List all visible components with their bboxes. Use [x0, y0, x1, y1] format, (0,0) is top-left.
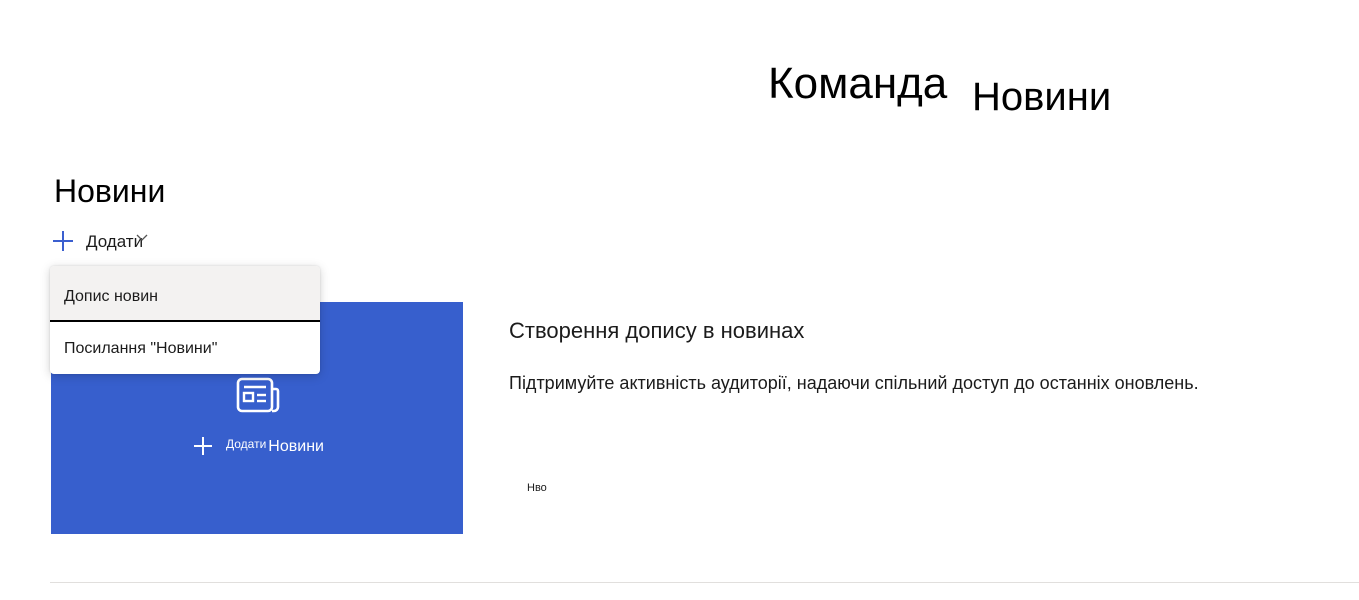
- page: Команда Новини Новини Додати Додати Нови…: [0, 0, 1359, 600]
- add-button-label: Додати: [86, 232, 144, 251]
- news-section-title: Новини: [54, 173, 166, 209]
- menu-item-news-post[interactable]: Допис новин: [50, 266, 320, 322]
- section-divider: [50, 582, 1359, 583]
- news-icon: [236, 377, 280, 413]
- site-title-news: Новини: [972, 75, 1112, 119]
- promo-heading: Створення допису в новинах: [509, 318, 805, 343]
- site-title: Команда: [768, 59, 948, 108]
- small-label: Нво: [527, 482, 547, 494]
- plus-icon: [52, 230, 74, 252]
- add-news-button[interactable]: Додати: [50, 226, 160, 256]
- add-dropdown-menu: Допис новин Посилання "Новини": [50, 266, 320, 374]
- menu-item-news-link[interactable]: Посилання "Новини": [50, 322, 320, 374]
- tile-add-news-button[interactable]: Додати Новини: [193, 436, 324, 456]
- chevron-down-icon: [136, 234, 148, 241]
- tile-news-label: Новини: [268, 438, 324, 455]
- menu-item-label: Посилання "Новини": [64, 340, 218, 357]
- menu-item-label: Допис новин: [64, 288, 158, 305]
- promo-text: Підтримуйте активність аудиторії, надаюч…: [509, 373, 1199, 393]
- tile-add-label: Додати: [226, 437, 267, 451]
- plus-icon: [193, 436, 213, 456]
